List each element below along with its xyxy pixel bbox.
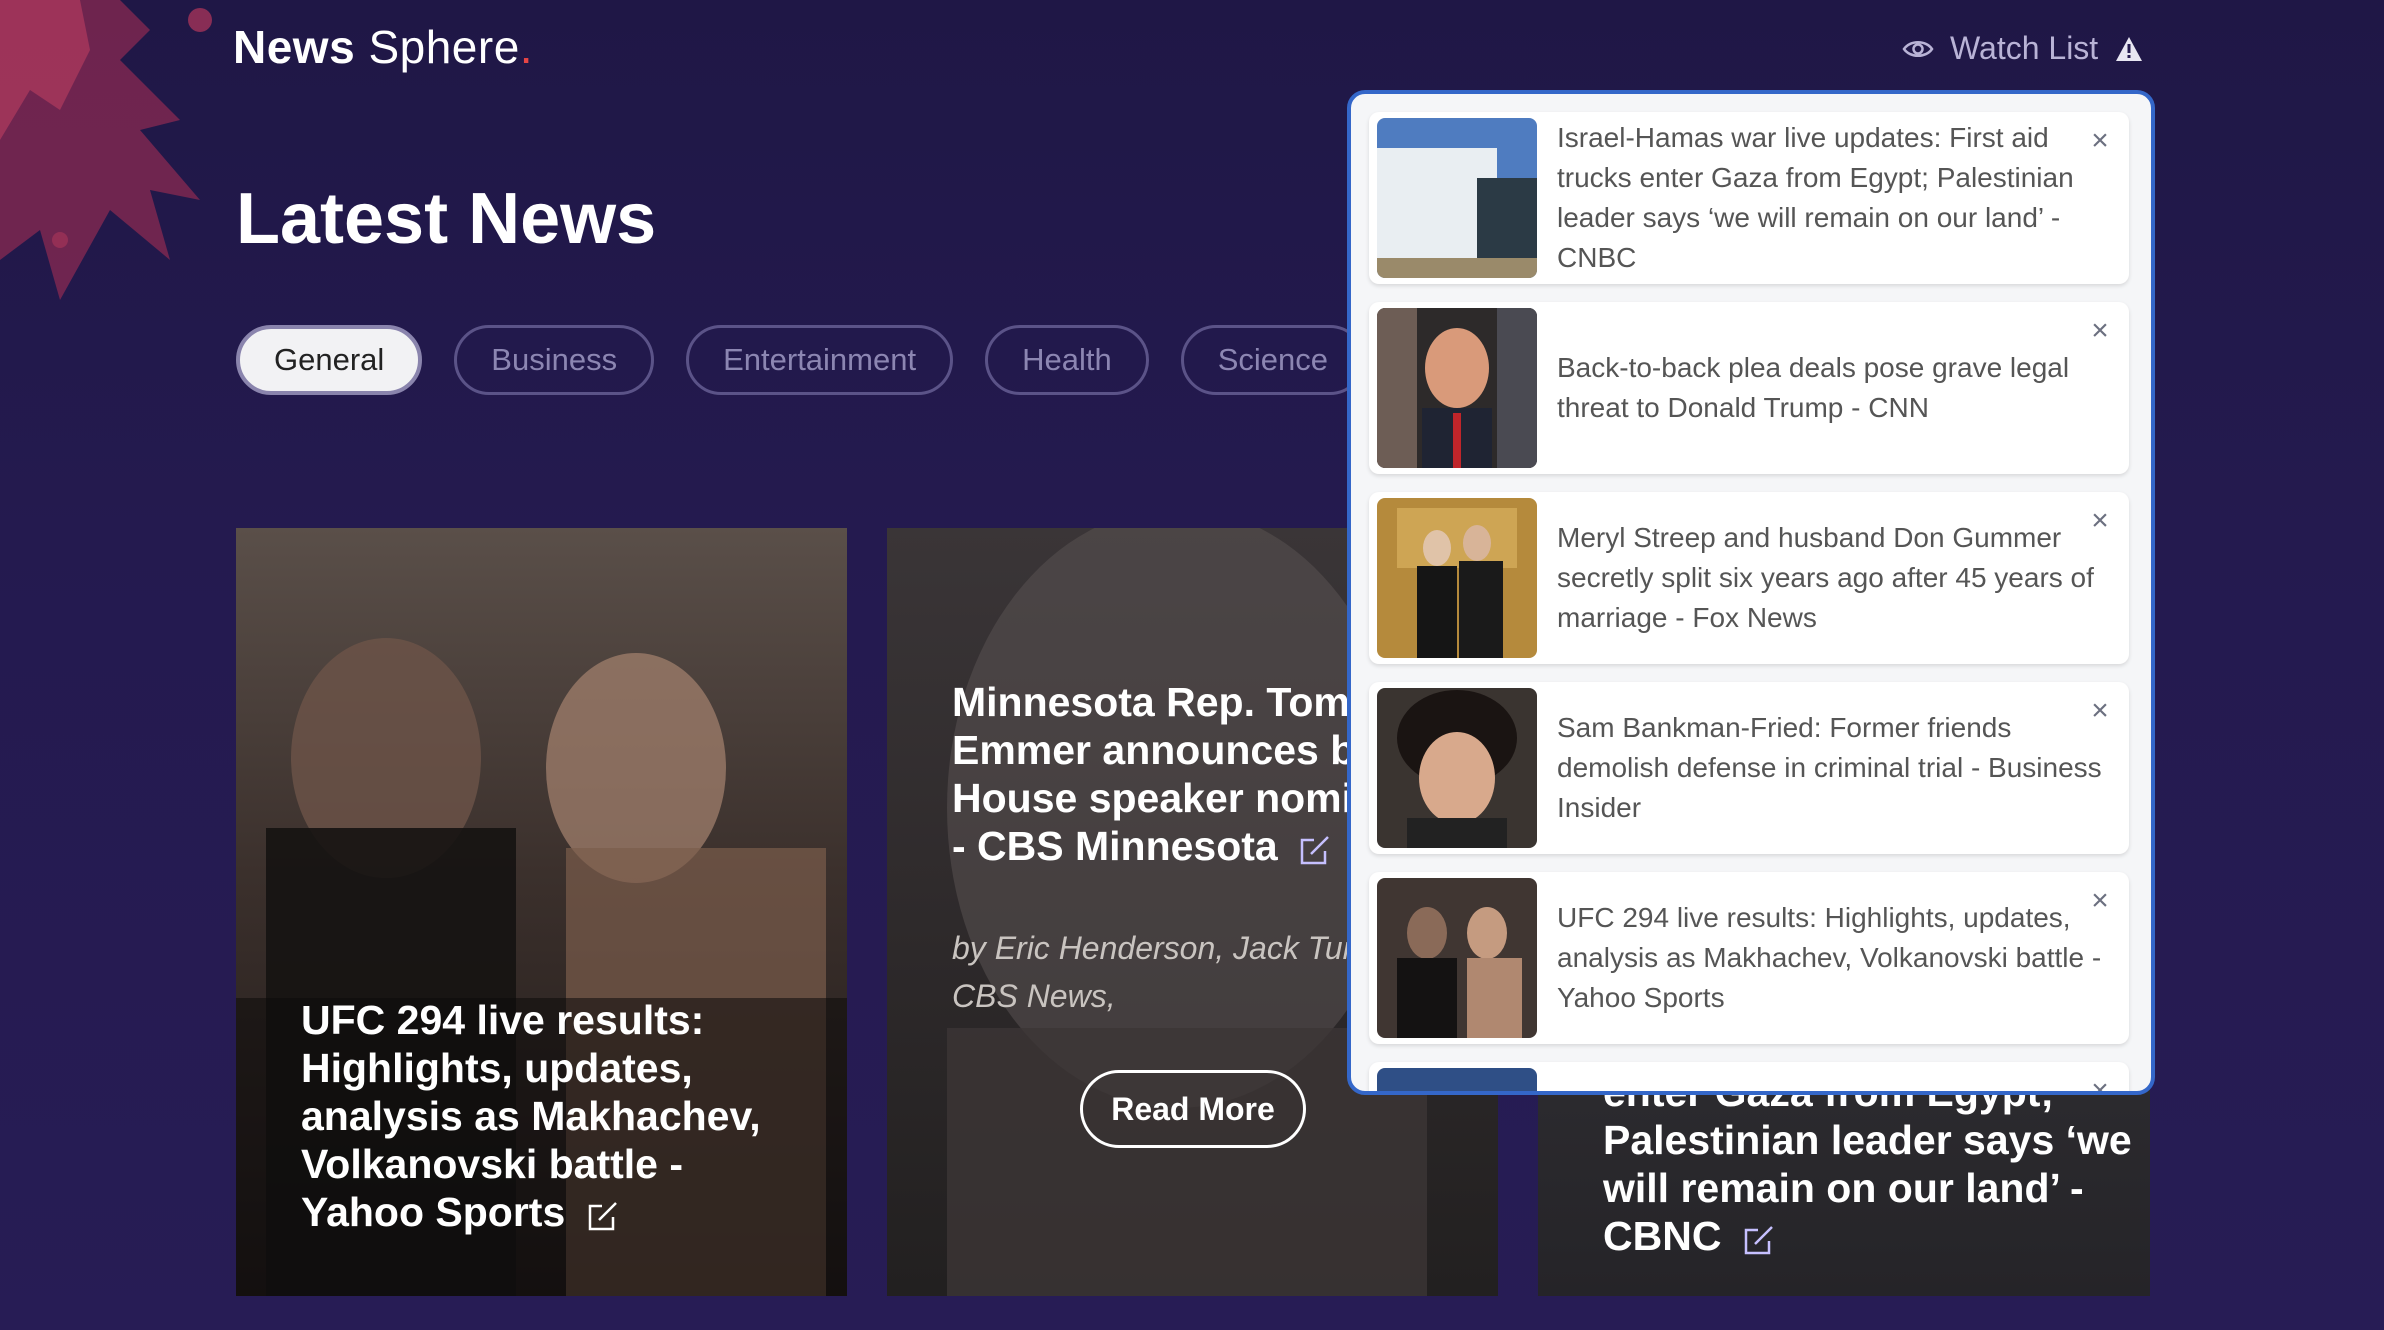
- watchlist-item[interactable]: Sam Bankman-Fried: Former friends demoli…: [1369, 682, 2129, 854]
- app-logo[interactable]: News Sphere.: [233, 20, 533, 74]
- close-icon[interactable]: ×: [2085, 1076, 2115, 1092]
- byline-authors: by Eric Henderson, Jack Tur: [952, 930, 1354, 966]
- external-link-icon[interactable]: [587, 1200, 619, 1232]
- byline-source: CBS News,: [952, 978, 1116, 1014]
- paint-splash-decoration: [0, 0, 212, 300]
- tab-health[interactable]: Health: [985, 325, 1149, 395]
- watchlist-item-title: UFC 294 live results: Highlights, update…: [1557, 902, 2102, 1013]
- external-link-icon[interactable]: [1299, 834, 1331, 866]
- category-tabs: General Business Entertainment Health Sc…: [236, 325, 1365, 395]
- watchlist-item[interactable]: UFC 294 live results: Highlights, update…: [1369, 872, 2129, 1044]
- watchlist-item[interactable]: Meryl Streep and husband Don Gummer secr…: [1369, 492, 2129, 664]
- thumbnail-streep: [1377, 498, 1537, 658]
- watch-list-label: Watch List: [1950, 30, 2099, 66]
- tab-general[interactable]: General: [236, 325, 423, 395]
- close-icon[interactable]: ×: [2085, 126, 2115, 156]
- warning-icon: [2116, 36, 2143, 61]
- close-icon[interactable]: ×: [2085, 316, 2115, 346]
- thumbnail-bankman-fried: [1377, 688, 1537, 848]
- tab-entertainment[interactable]: Entertainment: [686, 325, 954, 395]
- thumbnail-aid-trucks: [1377, 118, 1537, 278]
- watch-list-popup[interactable]: Israel-Hamas war live updates: First aid…: [1347, 90, 2155, 1095]
- logo-bold: News: [233, 21, 356, 73]
- watchlist-item-title: Israel-Hamas war live updates: First aid…: [1557, 122, 2074, 273]
- logo-rest: Sphere: [355, 21, 520, 73]
- close-icon[interactable]: ×: [2085, 506, 2115, 536]
- eye-icon: [1902, 40, 1934, 57]
- tab-science[interactable]: Science: [1180, 325, 1365, 395]
- watchlist-item[interactable]: Israel-Hamas war live updates: First aid…: [1369, 112, 2129, 284]
- watchlist-item-title: Meryl Streep and husband Don Gummer secr…: [1557, 522, 2094, 633]
- thumbnail-partial: [1377, 1068, 1537, 1091]
- close-icon[interactable]: ×: [2085, 696, 2115, 726]
- news-card-ufc[interactable]: UFC 294 live results: Highlights, update…: [236, 528, 847, 1296]
- watchlist-item-title: Sam Bankman-Fried: Former friends demoli…: [1557, 712, 2102, 823]
- thumbnail-ufc: [1377, 878, 1537, 1038]
- watchlist-item[interactable]: Back-to-back plea deals pose grave legal…: [1369, 302, 2129, 474]
- read-more-button[interactable]: Read More: [1080, 1070, 1306, 1148]
- watchlist-item[interactable]: ×: [1369, 1062, 2129, 1092]
- card-title: enter Gaza from Egypt; Palestinian leade…: [1603, 1069, 2132, 1259]
- card-byline: by Eric Henderson, Jack Tur CBS News,: [952, 924, 1353, 1020]
- card-title: UFC 294 live results: Highlights, update…: [301, 997, 761, 1235]
- tab-business[interactable]: Business: [454, 325, 655, 395]
- watch-list-button[interactable]: Watch List: [1902, 30, 2144, 67]
- logo-dot: .: [519, 21, 534, 73]
- page-title: Latest News: [236, 179, 657, 259]
- close-icon[interactable]: ×: [2085, 886, 2115, 916]
- external-link-icon[interactable]: [1743, 1224, 1775, 1256]
- watchlist-item-title: Back-to-back plea deals pose grave legal…: [1557, 352, 2070, 423]
- thumbnail-trump: [1377, 308, 1537, 468]
